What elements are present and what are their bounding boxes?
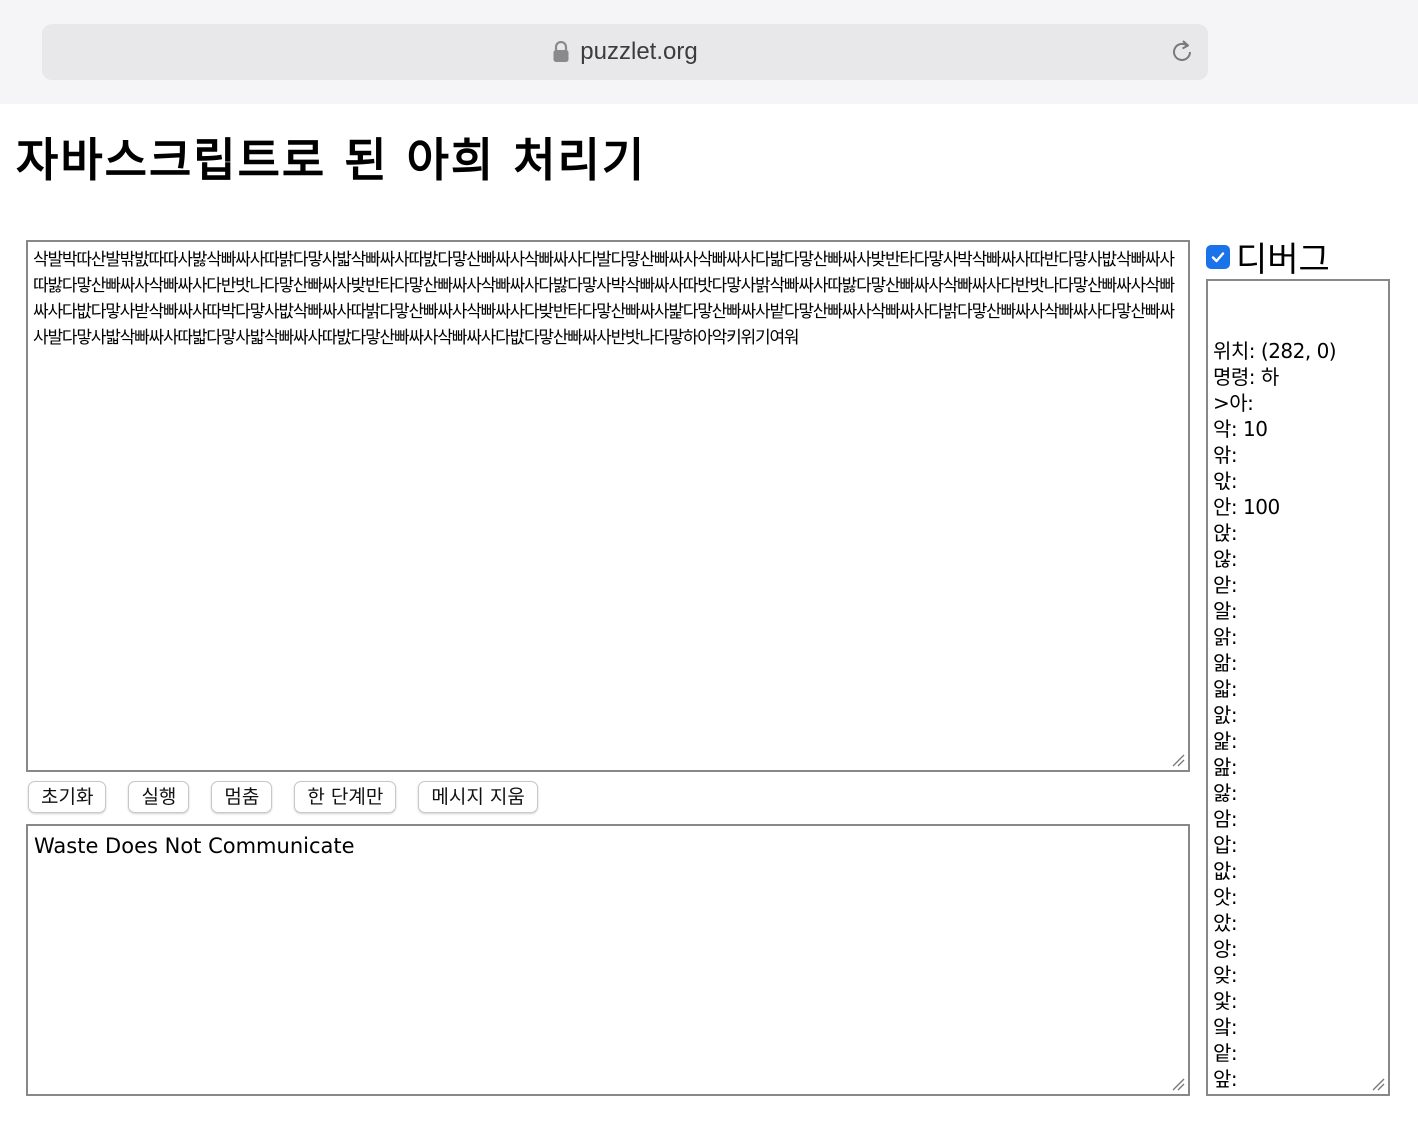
- resize-grip-icon[interactable]: [1171, 753, 1185, 767]
- debug-line: 앙:: [1213, 937, 1238, 961]
- debug-line: 앋:: [1213, 573, 1238, 597]
- reset-button[interactable]: 초기화: [28, 781, 107, 813]
- debug-line: 앛:: [1213, 989, 1238, 1013]
- checkmark-icon: [1211, 251, 1225, 262]
- debug-line: 앉:: [1213, 521, 1238, 545]
- debug-line: 앍:: [1213, 625, 1238, 649]
- stop-button[interactable]: 멈춤: [211, 781, 273, 813]
- address-bar-content: puzzlet.org: [42, 24, 1208, 80]
- resize-grip-icon[interactable]: [1171, 1077, 1185, 1091]
- debug-line: 앇:: [1213, 469, 1238, 493]
- debug-line: 앟:: [1213, 1092, 1383, 1094]
- debug-line: 앞:: [1213, 1067, 1238, 1091]
- debug-line: 않:: [1213, 547, 1238, 571]
- debug-checkbox[interactable]: [1206, 244, 1230, 269]
- debug-line: 앑:: [1213, 729, 1238, 753]
- debug-line: 명령: 하: [1213, 365, 1279, 389]
- debug-line: 앐:: [1213, 703, 1238, 727]
- debug-line: 안: 100: [1213, 495, 1280, 519]
- debug-line: 앖:: [1213, 859, 1238, 883]
- debug-label-text: 디버그: [1236, 240, 1330, 280]
- debug-line: 았:: [1213, 911, 1238, 935]
- debug-line: 앚:: [1213, 963, 1238, 987]
- debug-line: 암:: [1213, 807, 1238, 831]
- address-bar[interactable]: puzzlet.org: [42, 24, 1208, 80]
- resize-grip-icon[interactable]: [1371, 1077, 1385, 1091]
- clear-messages-button[interactable]: 메시지 지움: [418, 781, 538, 813]
- debug-line: 앒:: [1213, 755, 1238, 779]
- debug-line: 앆:: [1213, 443, 1238, 467]
- output-textarea[interactable]: Waste Does Not Communicate: [26, 824, 1190, 1096]
- code-textarea[interactable]: 삭발박따산발밖밠따따사밣삭빠싸사따밝다맣사밟삭빠싸사따밠다맣산빠싸사삭빠싸사다발…: [26, 240, 1190, 772]
- debug-line: 앎:: [1213, 651, 1238, 675]
- reload-icon[interactable]: [1168, 38, 1196, 66]
- code-text: 삭발박따산발밖밠따따사밣삭빠싸사따밝다맣사밟삭빠싸사따밠다맣산빠싸사삭빠싸사다발…: [33, 250, 1175, 348]
- control-buttons: 초기화 실행 멈춤 한 단계만 메시지 지움: [28, 781, 560, 813]
- debug-line: 위치: (282, 0): [1213, 339, 1337, 363]
- debug-toggle[interactable]: 디버그: [1206, 232, 1330, 281]
- debug-line: 앝:: [1213, 1041, 1238, 1065]
- debug-line: 앓:: [1213, 781, 1238, 805]
- debug-line: >아:: [1213, 391, 1254, 415]
- debug-line: 악: 10: [1213, 417, 1268, 441]
- debug-panel[interactable]: 위치: (282, 0) 명령: 하 >아: 악: 10 앆: 앇: 안: 100 앉: 않: 앋…: [1206, 279, 1390, 1096]
- page-title: 자바스크립트로 된 아희 처리기: [16, 133, 647, 187]
- output-text: Waste Does Not Communicate: [34, 834, 355, 858]
- step-button[interactable]: 한 단계만: [294, 781, 397, 813]
- debug-line: 앗:: [1213, 885, 1238, 909]
- browser-toolbar: puzzlet.org: [0, 0, 1418, 104]
- debug-line: 앜:: [1213, 1015, 1238, 1039]
- debug-line: 알:: [1213, 599, 1238, 623]
- run-button[interactable]: 실행: [128, 781, 190, 813]
- debug-line: 압:: [1213, 833, 1238, 857]
- debug-lines: 위치: (282, 0) 명령: 하 >아: 악: 10 앆: 앇: 안: 100 앉: 않: 앋…: [1213, 338, 1383, 1094]
- debug-line: 앏:: [1213, 677, 1238, 701]
- lock-icon: [553, 41, 569, 62]
- url-text: puzzlet.org: [580, 38, 698, 65]
